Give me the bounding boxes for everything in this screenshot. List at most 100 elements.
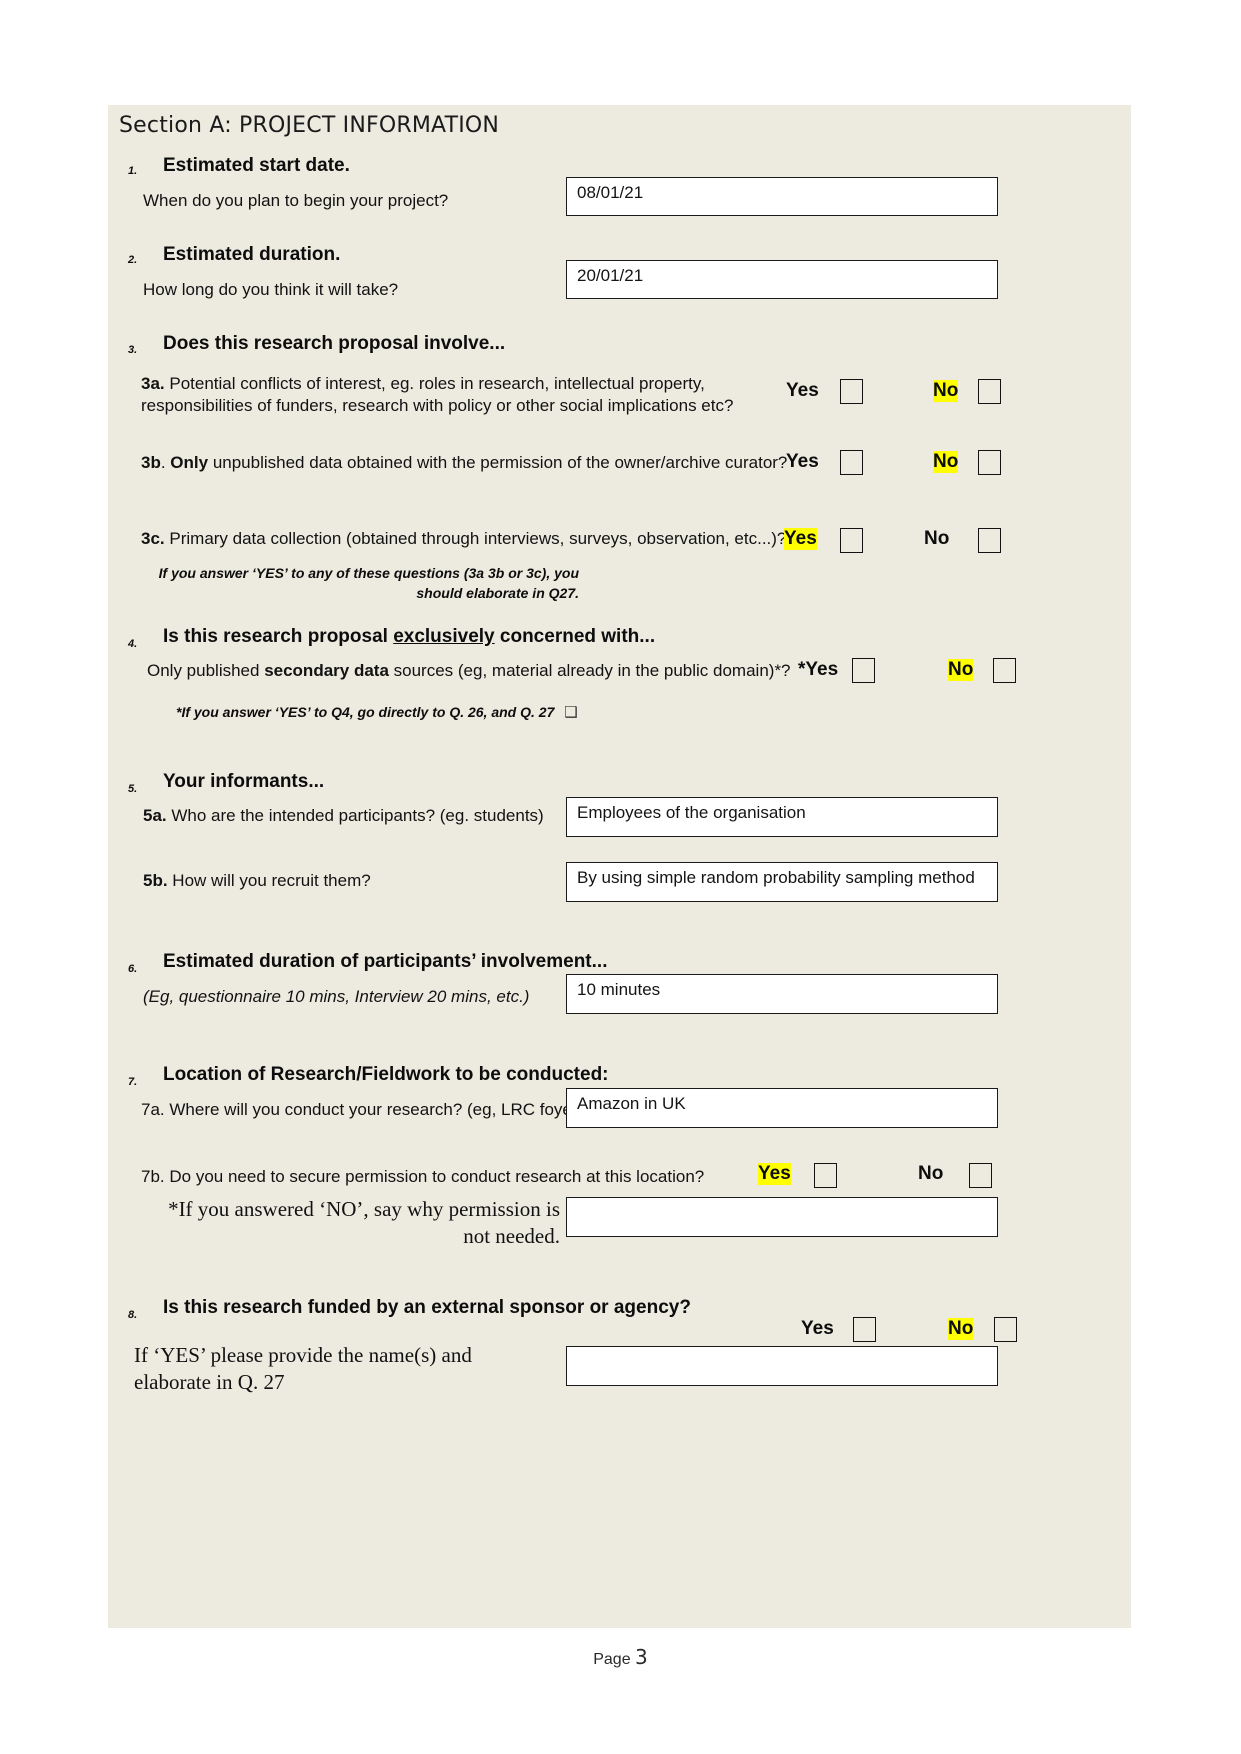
question-2-number: 2. [128, 254, 138, 266]
question-4-yes-label: *Yes [798, 659, 839, 680]
form-content-area: Section A: PROJECT INFORMATION 1. Estima… [108, 105, 1131, 1628]
question-4-prompt-pre: Only published [147, 661, 265, 680]
question-6-answer-value: 10 minutes [577, 980, 661, 999]
question-5b-answer-field[interactable]: By using simple random probability sampl… [566, 862, 998, 902]
question-7b-no-checkbox[interactable] [969, 1163, 992, 1188]
question-7a-body: Where will you conduct your research? (e… [169, 1100, 584, 1119]
question-3a-label: 3a. [141, 374, 165, 393]
question-3c-yes-label: Yes [784, 528, 817, 550]
question-7b-label: 7b. [141, 1167, 165, 1186]
question-1-answer-field[interactable]: 08/01/21 [566, 177, 998, 216]
question-7-title: Location of Research/Fieldwork to be con… [163, 1064, 609, 1085]
question-7a-answer-value: Amazon in UK [577, 1094, 686, 1113]
question-3b-text: 3b. Only unpublished data obtained with … [141, 453, 787, 473]
question-3a-no-label: No [933, 380, 959, 402]
question-4-no-checkbox[interactable] [993, 658, 1016, 683]
question-5-title: Your informants... [163, 771, 325, 792]
page-sheet: Section A: PROJECT INFORMATION 1. Estima… [0, 0, 1241, 1754]
question-3a-line2: responsibilities of funders, research wi… [141, 396, 734, 416]
question-6-answer-field[interactable]: 10 minutes [566, 974, 998, 1014]
question-2-answer-value: 20/01/21 [577, 266, 644, 285]
question-5a-text: 5a. Who are the intended participants? (… [143, 806, 544, 826]
question-7a-answer-field[interactable]: Amazon in UK [566, 1088, 998, 1128]
question-3b-yes-label: Yes [786, 451, 819, 472]
question-3b-yes-checkbox[interactable] [840, 450, 863, 475]
question-8-title: Is this research funded by an external s… [163, 1297, 691, 1318]
question-8-prompt-line1: If ‘YES’ please provide the name(s) and [134, 1343, 472, 1367]
question-3c-label: 3c. [141, 529, 165, 548]
question-3b-rest: unpublished data obtained with the permi… [208, 453, 788, 472]
question-5b-answer-value: By using simple random probability sampl… [577, 868, 975, 887]
question-6-title: Estimated duration of participants’ invo… [163, 951, 608, 972]
question-7b-no-label: No [918, 1163, 944, 1184]
question-4-yes-checkbox[interactable] [852, 658, 875, 683]
question-5b-text: 5b. How will you recruit them? [143, 871, 371, 891]
section-a-header: Section A: PROJECT INFORMATION [119, 113, 500, 138]
question-2-answer-field[interactable]: 20/01/21 [566, 260, 998, 299]
question-3a-line1: Potential conflicts of interest, eg. rol… [169, 374, 705, 393]
question-3a-no-checkbox[interactable] [978, 379, 1001, 404]
question-3a-yes-label: Yes [786, 380, 819, 401]
question-3a-text: 3a. Potential conflicts of interest, eg.… [141, 373, 741, 418]
question-2-title: Estimated duration. [163, 244, 341, 265]
question-5a-label: 5a. [143, 806, 167, 825]
question-4-note-text: *If you answer ‘YES’ to Q4, go directly … [176, 704, 555, 720]
question-5-number: 5. [128, 783, 138, 795]
question-3a-yes-checkbox[interactable] [840, 379, 863, 404]
question-7b-yes-checkbox[interactable] [814, 1163, 837, 1188]
question-4-title-post: concerned with... [494, 626, 656, 647]
question-1-prompt: When do you plan to begin your project? [143, 191, 449, 210]
question-3-title: Does this research proposal involve... [163, 333, 506, 354]
question-7b-text: 7b. Do you need to secure permission to … [141, 1167, 704, 1187]
question-4-title: Is this research proposal exclusively co… [163, 626, 655, 648]
question-7a-label: 7a. [141, 1100, 165, 1119]
question-5a-answer-value: Employees of the organisation [577, 803, 806, 822]
question-7c-note-line2: not needed. [463, 1223, 560, 1248]
question-7c-note-line1: *If you answered ‘NO’, say why permissio… [168, 1197, 560, 1221]
question-1-title: Estimated start date. [163, 155, 350, 176]
question-4-title-pre: Is this research proposal [163, 626, 394, 647]
question-3b-only: Only [170, 453, 209, 472]
question-3c-body: Primary data collection (obtained throug… [169, 529, 787, 548]
question-4-prompt-bold: secondary data [264, 661, 389, 680]
question-3b-no-checkbox[interactable] [978, 450, 1001, 475]
question-4-prompt-post: sources (eg, material already in the pub… [388, 661, 791, 680]
question-1-answer-value: 08/01/21 [577, 183, 644, 202]
footer-label: Page [593, 1651, 636, 1668]
question-5a-body: Who are the intended participants? (eg. … [171, 806, 544, 825]
question-4-number: 4. [128, 638, 138, 650]
question-7c-answer-field[interactable] [566, 1197, 998, 1237]
question-8-number: 8. [128, 1309, 138, 1321]
question-3b-label: 3b [141, 453, 161, 472]
question-5b-body: How will you recruit them? [172, 871, 371, 890]
checkbox-glyph-icon: ❑ [564, 703, 578, 721]
question-8-yes-checkbox[interactable] [853, 1317, 876, 1342]
question-8-answer-field[interactable] [566, 1346, 998, 1386]
question-3c-no-label: No [924, 528, 950, 549]
question-3c-no-checkbox[interactable] [978, 528, 1001, 553]
question-8-no-checkbox[interactable] [994, 1317, 1017, 1342]
question-8-no-label: No [948, 1318, 974, 1340]
question-4-no-label: No [948, 659, 974, 681]
question-7b-yes-label: Yes [758, 1163, 791, 1185]
question-7a-text: 7a. Where will you conduct your research… [141, 1100, 583, 1120]
page-footer: Page 3 [0, 1645, 1241, 1669]
question-4-note: *If you answer ‘YES’ to Q4, go directly … [176, 702, 578, 724]
question-2-prompt: How long do you think it will take? [143, 280, 399, 299]
question-5b-label: 5b. [143, 871, 168, 890]
question-5a-answer-field[interactable]: Employees of the organisation [566, 797, 998, 837]
question-3c-text: 3c. Primary data collection (obtained th… [141, 529, 786, 549]
question-3c-yes-checkbox[interactable] [840, 528, 863, 553]
question-8-prompt: If ‘YES’ please provide the name(s) and … [134, 1342, 514, 1396]
question-1-number: 1. [128, 165, 138, 177]
question-7c-note: *If you answered ‘NO’, say why permissio… [152, 1196, 560, 1250]
question-8-yes-label: Yes [801, 1318, 834, 1339]
question-3-number: 3. [128, 344, 138, 356]
question-4-prompt: Only published secondary data sources (e… [147, 661, 791, 681]
question-4-title-underlined: exclusively [393, 626, 495, 647]
footer-page-number: 3 [635, 1645, 648, 1669]
question-3b-dot: . [160, 453, 171, 472]
question-7b-body: Do you need to secure permission to cond… [169, 1167, 705, 1186]
question-6-number: 6. [128, 963, 138, 975]
question-6-prompt: (Eg, questionnaire 10 mins, Interview 20… [143, 987, 530, 1006]
